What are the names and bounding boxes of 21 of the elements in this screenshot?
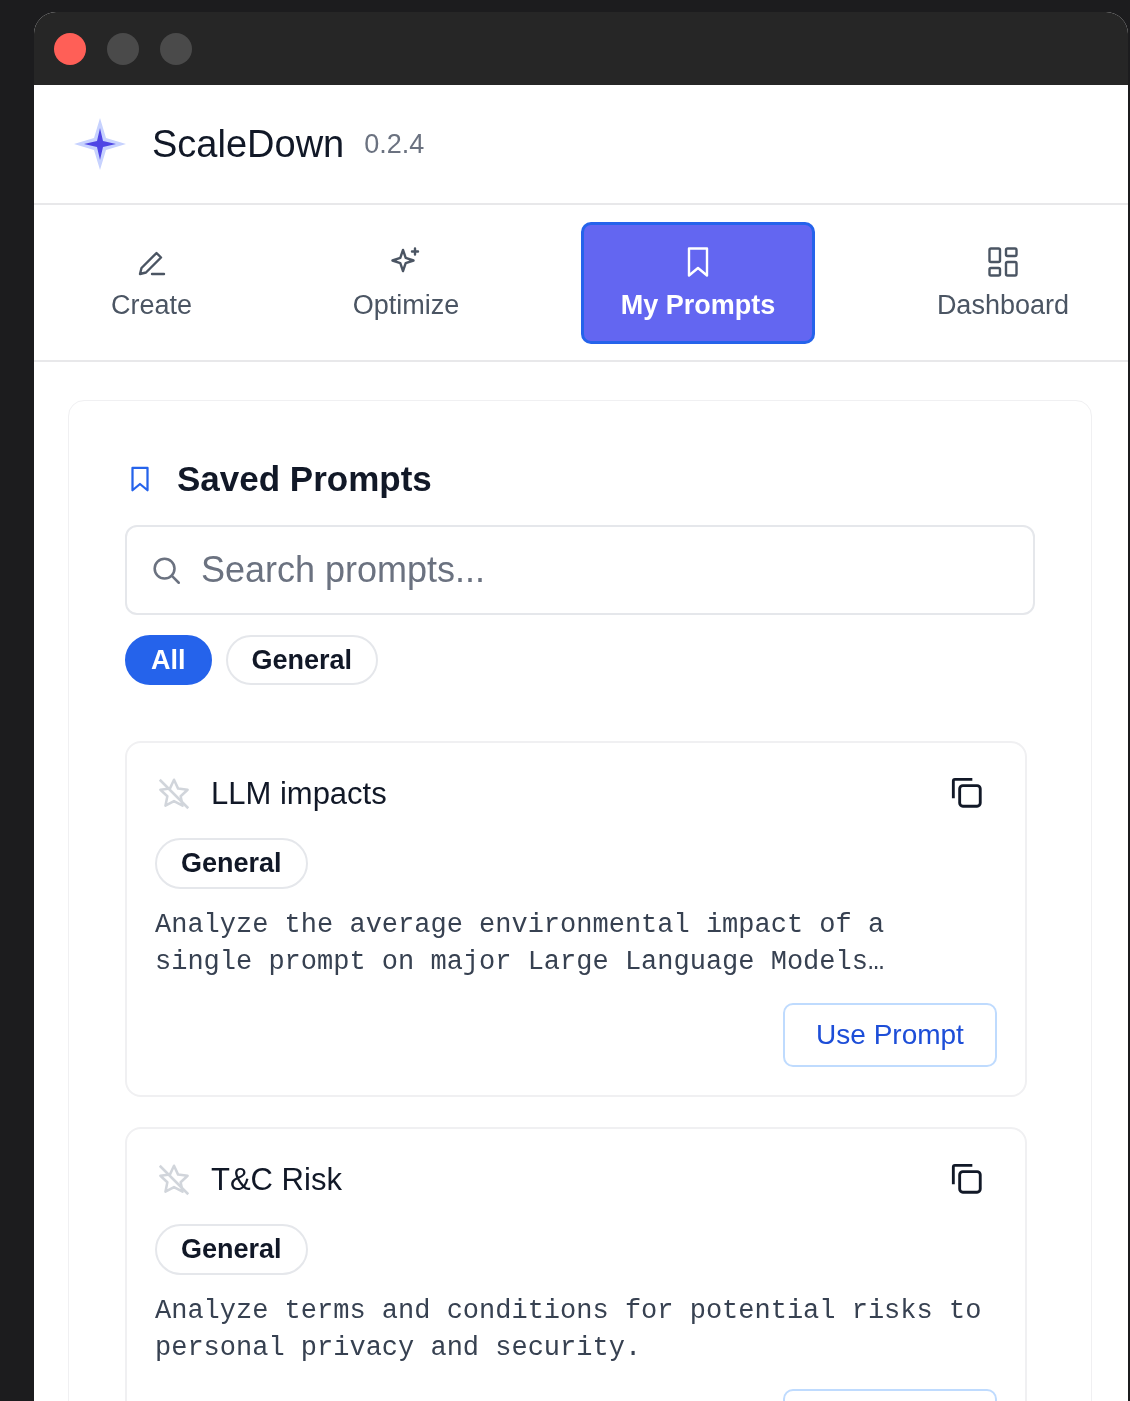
search-field[interactable]: Search prompts... [125, 525, 1035, 615]
category-tag: General [155, 838, 308, 889]
minimize-button[interactable] [107, 32, 139, 65]
nav-tab[interactable]: Optimize [313, 221, 499, 344]
search-input[interactable]: Search prompts... [199, 548, 1033, 592]
nav-tab[interactable]: Dashboard [897, 221, 1108, 344]
use-prompt-button[interactable]: Use Prompt [783, 1003, 997, 1067]
app-version: 0.2.4 [364, 128, 425, 160]
filter-chip[interactable]: General [225, 635, 379, 685]
prompt-description: Analyze the average environmental impact of a single prompt on major Large Language Models… [155, 909, 886, 979]
prompt-title: T&C Risk [211, 1161, 342, 1198]
prompt-title: LLM impacts [211, 775, 387, 812]
filter-chip[interactable]: All [125, 635, 212, 685]
nav-tab[interactable]: Create [72, 221, 232, 344]
zoom-button[interactable] [160, 32, 192, 65]
close-button[interactable] [54, 32, 86, 65]
app-name: ScaleDown [152, 122, 345, 166]
nav-tab[interactable]: My Prompts [581, 221, 816, 344]
category-tag: General [155, 1224, 308, 1275]
prompt-description: Analyze terms and conditions for potential risks to personal privacy and security. [155, 1295, 983, 1365]
section-title: Saved Prompts [177, 459, 432, 499]
